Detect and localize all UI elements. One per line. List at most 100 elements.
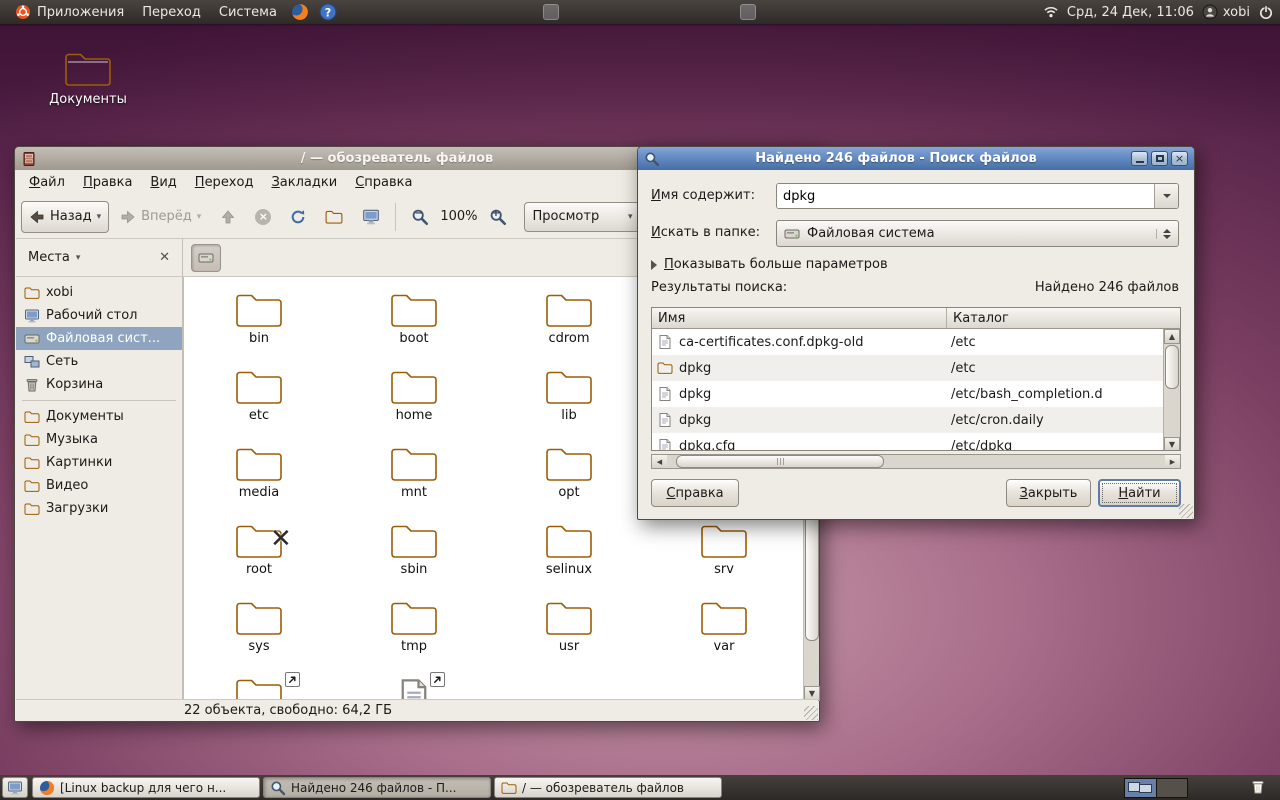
stop-button[interactable]: × <box>247 201 279 233</box>
column-header-folder[interactable]: Каталог <box>947 308 1165 329</box>
sidebar-item-pictures[interactable]: Картинки <box>16 451 182 474</box>
sidebar-item-documents[interactable]: Документы <box>16 405 182 428</box>
column-header-name[interactable]: Имя <box>652 308 947 329</box>
folder-item[interactable]: sys <box>184 595 334 654</box>
zoom-in-button[interactable]: + <box>481 201 515 233</box>
workspace-switcher[interactable] <box>1124 778 1188 798</box>
result-row[interactable]: ca-certificates.conf.dpkg-old /etc <box>652 329 1165 355</box>
power-icon[interactable] <box>1258 4 1274 20</box>
find-button[interactable]: Найти <box>1098 479 1181 507</box>
reload-button[interactable] <box>282 201 314 233</box>
forward-button[interactable]: Вперёд ▾ <box>112 201 209 233</box>
help-button[interactable]: Справка <box>651 479 739 507</box>
name-contains-input[interactable] <box>777 184 1154 208</box>
folder-item[interactable]: sbin <box>339 518 489 577</box>
folder-item[interactable]: selinux <box>494 518 644 577</box>
folder-item[interactable]: mnt <box>339 441 489 500</box>
home-button[interactable] <box>317 201 351 233</box>
desktop-icon-documents[interactable]: Документы <box>28 50 148 107</box>
minimize-button[interactable] <box>1131 151 1148 166</box>
sidebar-item-videos[interactable]: Видео <box>16 474 182 497</box>
firefox-launcher[interactable] <box>286 0 314 24</box>
scroll-down-button[interactable]: ▼ <box>1164 437 1180 450</box>
sidebar-item-home[interactable]: xobi <box>16 281 182 304</box>
folder-item[interactable]: home <box>339 364 489 423</box>
places-menu[interactable]: Переход <box>133 0 210 24</box>
back-dropdown-arrow[interactable]: ▾ <box>97 212 102 222</box>
scroll-left-button[interactable]: ◀ <box>652 455 667 468</box>
folder-item[interactable]: etc <box>184 364 334 423</box>
search-dialog-titlebar[interactable]: Найдено 246 файлов - Поиск файлов × <box>638 147 1194 170</box>
result-row[interactable]: dpkg /etc <box>652 355 1165 381</box>
result-row[interactable]: dpkg /etc/cron.daily <box>652 407 1165 433</box>
results-vertical-scrollbar[interactable]: ▲ ▼ <box>1163 329 1180 450</box>
scroll-right-button[interactable]: ▶ <box>1165 455 1180 468</box>
menu-go[interactable]: Переход <box>186 172 263 193</box>
sidebar-item-music[interactable]: Музыка <box>16 428 182 451</box>
close-button[interactable]: Закрыть <box>1006 479 1091 507</box>
symlink-emblem-icon <box>430 672 445 687</box>
sidebar-item-desktop[interactable]: Рабочий стол <box>16 304 182 327</box>
combo-dropdown-button[interactable] <box>1154 184 1178 208</box>
resize-grip[interactable] <box>1179 504 1193 518</box>
trash-applet[interactable] <box>1250 779 1266 799</box>
wifi-icon[interactable] <box>1043 4 1059 20</box>
taskbar-window-search[interactable]: Найдено 246 файлов - П... <box>263 777 491 798</box>
system-menu[interactable]: Система <box>210 0 286 24</box>
computer-button[interactable] <box>354 201 388 233</box>
folder-item[interactable]: srv <box>649 518 799 577</box>
user-menu[interactable]: xobi <box>1202 4 1250 20</box>
root-path-button[interactable] <box>191 243 221 272</box>
workspace-1[interactable] <box>1125 779 1156 797</box>
menu-view[interactable]: Вид <box>141 172 185 193</box>
sidebar-item-network[interactable]: Сеть <box>16 350 182 373</box>
folder-item[interactable]: usr <box>494 595 644 654</box>
workspace-2[interactable] <box>1156 779 1187 797</box>
sidebar-mode-combo[interactable]: Места ▾ <box>22 246 86 269</box>
close-button[interactable]: × <box>1171 151 1188 166</box>
back-button[interactable]: Назад ▾ <box>21 200 110 233</box>
menu-edit[interactable]: Правка <box>74 172 141 193</box>
folder-item[interactable]: bin <box>184 287 334 346</box>
clock[interactable]: Срд, 24 Дек, 11:06 <box>1067 5 1194 20</box>
folder-item[interactable]: boot <box>339 287 489 346</box>
results-horizontal-scrollbar[interactable]: ◀ ▶ <box>651 454 1181 469</box>
look-in-combo[interactable]: Файловая система <box>776 220 1179 247</box>
result-row[interactable]: dpkg /etc/bash_completion.d <box>652 381 1165 407</box>
menu-file[interactable]: Файл <box>20 172 74 193</box>
folder-item-symlink[interactable] <box>184 672 334 701</box>
show-desktop-button[interactable] <box>2 777 28 798</box>
taskbar-window-firefox[interactable]: [Linux backup для чего н... <box>32 777 260 798</box>
more-options-expander[interactable]: Показывать больше параметров <box>651 257 888 272</box>
menu-bookmarks[interactable]: Закладки <box>262 172 346 193</box>
resize-grip[interactable] <box>804 706 818 720</box>
folder-item[interactable]: media <box>184 441 334 500</box>
menu-help[interactable]: Справка <box>346 172 421 193</box>
result-row[interactable]: dpkg.cfg /etc/dpkg <box>652 433 1165 450</box>
view-as-combo[interactable]: Просмотр ▾ <box>523 201 642 232</box>
scrollbar-thumb[interactable] <box>1165 345 1179 389</box>
folder-item[interactable]: lib <box>494 364 644 423</box>
folder-item-symlink[interactable] <box>339 672 489 701</box>
applications-menu[interactable]: Приложения <box>6 0 133 24</box>
folder-icon <box>700 599 748 637</box>
scroll-up-button[interactable]: ▲ <box>1164 329 1180 344</box>
folder-item[interactable]: var <box>649 595 799 654</box>
sidebar-item-trash[interactable]: Корзина <box>16 373 182 396</box>
scrollbar-thumb[interactable] <box>676 455 884 468</box>
sidebar-close-icon[interactable]: ✕ <box>153 248 176 267</box>
tray-icon-1[interactable] <box>543 4 559 20</box>
help-launcher[interactable] <box>314 0 342 24</box>
up-button[interactable] <box>212 201 244 233</box>
folder-item[interactable]: cdrom <box>494 287 644 346</box>
results-list-header: Имя Каталог <box>652 308 1165 329</box>
sidebar-item-filesystem[interactable]: Файловая сист... <box>16 327 182 350</box>
folder-item[interactable]: tmp <box>339 595 489 654</box>
folder-item-root[interactable]: ✕ root <box>184 518 334 577</box>
taskbar-window-file-browser[interactable]: / — обозреватель файлов <box>494 777 722 798</box>
maximize-button[interactable] <box>1151 151 1168 166</box>
folder-item[interactable]: opt <box>494 441 644 500</box>
tray-icon-2[interactable] <box>740 4 756 20</box>
zoom-out-button[interactable]: − <box>403 201 437 233</box>
sidebar-item-downloads[interactable]: Загрузки <box>16 497 182 520</box>
